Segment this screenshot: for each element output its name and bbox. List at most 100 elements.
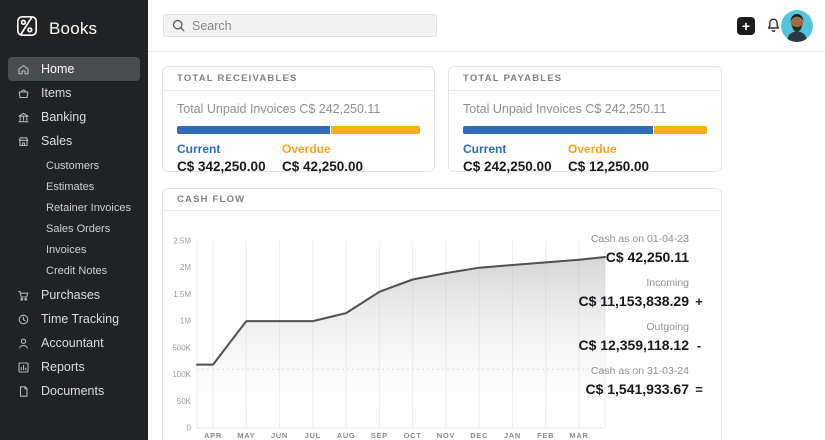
document-icon — [17, 385, 30, 398]
receivables-subtitle: Total Unpaid Invoices C$ 242,250.11 — [177, 102, 420, 116]
main-area: + TOTAL RECEIVABLES Total Unpaid Invoice… — [148, 0, 825, 440]
payables-overdue-value: C$ 12,250.00 — [568, 159, 649, 174]
receivables-bar-current — [177, 126, 330, 134]
sidebar-item-label: Estimates — [46, 181, 94, 193]
x-axis-month-label: AUG — [337, 431, 356, 440]
payables-current-value: C$ 242,250.00 — [463, 159, 568, 174]
items-icon — [17, 87, 30, 100]
sales-submenu: Customers Estimates Retainer Invoices Sa… — [0, 155, 148, 281]
search-input[interactable] — [163, 14, 437, 37]
stat-outgoing: Outgoing C$ 12,359,118.12- — [551, 321, 709, 353]
store-icon — [17, 135, 30, 148]
y-axis-tick-label: 500K — [172, 343, 191, 352]
total-receivables-card: TOTAL RECEIVABLES Total Unpaid Invoices … — [162, 66, 435, 172]
app-title: Books — [49, 19, 97, 39]
home-icon — [17, 63, 30, 76]
payables-progress-bar — [463, 126, 707, 134]
sidebar-item-label: Items — [41, 86, 72, 100]
x-axis-month-label: SEP — [371, 431, 388, 440]
sidebar-item-credit-notes[interactable]: Credit Notes — [8, 260, 140, 281]
books-logo-icon — [14, 13, 40, 44]
stat-value: C$ 11,153,838.29 — [578, 293, 689, 309]
sidebar-item-label: Documents — [41, 384, 104, 398]
sidebar-item-banking[interactable]: Banking — [8, 105, 140, 129]
stat-value: C$ 12,359,118.12 — [578, 337, 689, 353]
x-axis-month-label: MAR — [569, 431, 588, 440]
stat-opening-cash: Cash as on 01-04-23 C$ 42,250.11 — [551, 233, 709, 265]
search-box — [163, 14, 437, 37]
sidebar-item-label: Banking — [41, 110, 86, 124]
sidebar-item-label: Accountant — [41, 336, 104, 350]
sidebar-item-label: Time Tracking — [41, 312, 119, 326]
payables-bar-overdue — [653, 126, 707, 134]
sidebar-item-home[interactable]: Home — [8, 57, 140, 81]
search-icon — [171, 18, 186, 38]
y-axis-tick-label: 50K — [177, 397, 192, 406]
x-axis-month-label: JUN — [271, 431, 288, 440]
sidebar: Books Home Items Banking Sales — [0, 0, 148, 440]
cash-flow-chart: 2.5M2M1.5M1M500K100K50K0APRMAYJUNJULAUGS… — [163, 209, 615, 440]
sidebar-item-label: Purchases — [41, 288, 100, 302]
payables-bar-current — [463, 126, 653, 134]
sidebar-item-invoices[interactable]: Invoices — [8, 239, 140, 260]
sidebar-item-label: Retainer Invoices — [46, 202, 131, 214]
sidebar-item-reports[interactable]: Reports — [8, 355, 140, 379]
sidebar-item-customers[interactable]: Customers — [8, 155, 140, 176]
sidebar-item-accountant[interactable]: Accountant — [8, 331, 140, 355]
sidebar-item-documents[interactable]: Documents — [8, 379, 140, 403]
y-axis-tick-label: 2M — [180, 263, 191, 272]
payables-overdue-label: Overdue — [568, 142, 649, 156]
sidebar-item-estimates[interactable]: Estimates — [8, 176, 140, 197]
equals-symbol: = — [689, 382, 709, 397]
sidebar-nav: Home Items Banking Sales Customers Estim… — [0, 55, 148, 403]
stat-label: Outgoing — [551, 321, 689, 333]
cash-flow-card-title: CASH FLOW — [163, 189, 721, 211]
y-axis-tick-label: 1.5M — [173, 290, 191, 299]
receivables-current-value: C$ 342,250.00 — [177, 159, 282, 174]
sidebar-item-items[interactable]: Items — [8, 81, 140, 105]
sidebar-item-purchases[interactable]: Purchases — [8, 283, 140, 307]
stat-label: Cash as on 01-04-23 — [551, 233, 689, 245]
sidebar-item-label: Sales — [41, 134, 72, 148]
x-axis-month-label: FEB — [537, 431, 554, 440]
payables-current-label: Current — [463, 142, 568, 156]
sidebar-item-label: Reports — [41, 360, 85, 374]
sidebar-item-label: Credit Notes — [46, 265, 107, 277]
receivables-card-title: TOTAL RECEIVABLES — [163, 67, 434, 91]
receivables-progress-bar — [177, 126, 420, 134]
plus-symbol: + — [689, 294, 709, 309]
stat-value: C$ 1,541,933.67 — [585, 381, 689, 397]
sidebar-item-sales[interactable]: Sales — [8, 129, 140, 153]
clock-icon — [17, 313, 30, 326]
sidebar-item-label: Home — [41, 62, 74, 76]
user-avatar[interactable] — [781, 10, 813, 42]
person-icon — [17, 337, 30, 350]
sidebar-item-label: Customers — [46, 160, 99, 172]
app-logo[interactable]: Books — [0, 0, 148, 55]
payables-subtitle: Total Unpaid Invoices C$ 242,250.11 — [463, 102, 707, 116]
cart-icon — [17, 289, 30, 302]
sidebar-item-sales-orders[interactable]: Sales Orders — [8, 218, 140, 239]
x-axis-month-label: MAY — [237, 431, 255, 440]
y-axis-tick-label: 0 — [187, 424, 192, 433]
y-axis-tick-label: 100K — [172, 370, 191, 379]
x-axis-month-label: APR — [204, 431, 222, 440]
x-axis-month-label: OCT — [404, 431, 422, 440]
bar-chart-icon — [17, 361, 30, 374]
y-axis-tick-label: 1M — [180, 317, 191, 326]
bank-icon — [17, 111, 30, 124]
stat-closing-cash: Cash as on 31-03-24 C$ 1,541,933.67= — [551, 365, 709, 397]
notifications-bell-icon[interactable] — [765, 17, 782, 40]
stat-label: Incoming — [551, 277, 689, 289]
quick-add-button[interactable]: + — [737, 17, 755, 35]
receivables-overdue-label: Overdue — [282, 142, 363, 156]
cash-flow-card: CASH FLOW 2.5M2M1.5M1M500K100K50K0APRMAY… — [162, 188, 722, 440]
sidebar-item-time-tracking[interactable]: Time Tracking — [8, 307, 140, 331]
payables-card-title: TOTAL PAYABLES — [449, 67, 721, 91]
total-payables-card: TOTAL PAYABLES Total Unpaid Invoices C$ … — [448, 66, 722, 172]
stat-label: Cash as on 31-03-24 — [551, 365, 689, 377]
sidebar-item-retainer-invoices[interactable]: Retainer Invoices — [8, 197, 140, 218]
x-axis-month-label: JUL — [305, 431, 321, 440]
stat-incoming: Incoming C$ 11,153,838.29+ — [551, 277, 709, 309]
stat-value: C$ 42,250.11 — [606, 249, 689, 265]
